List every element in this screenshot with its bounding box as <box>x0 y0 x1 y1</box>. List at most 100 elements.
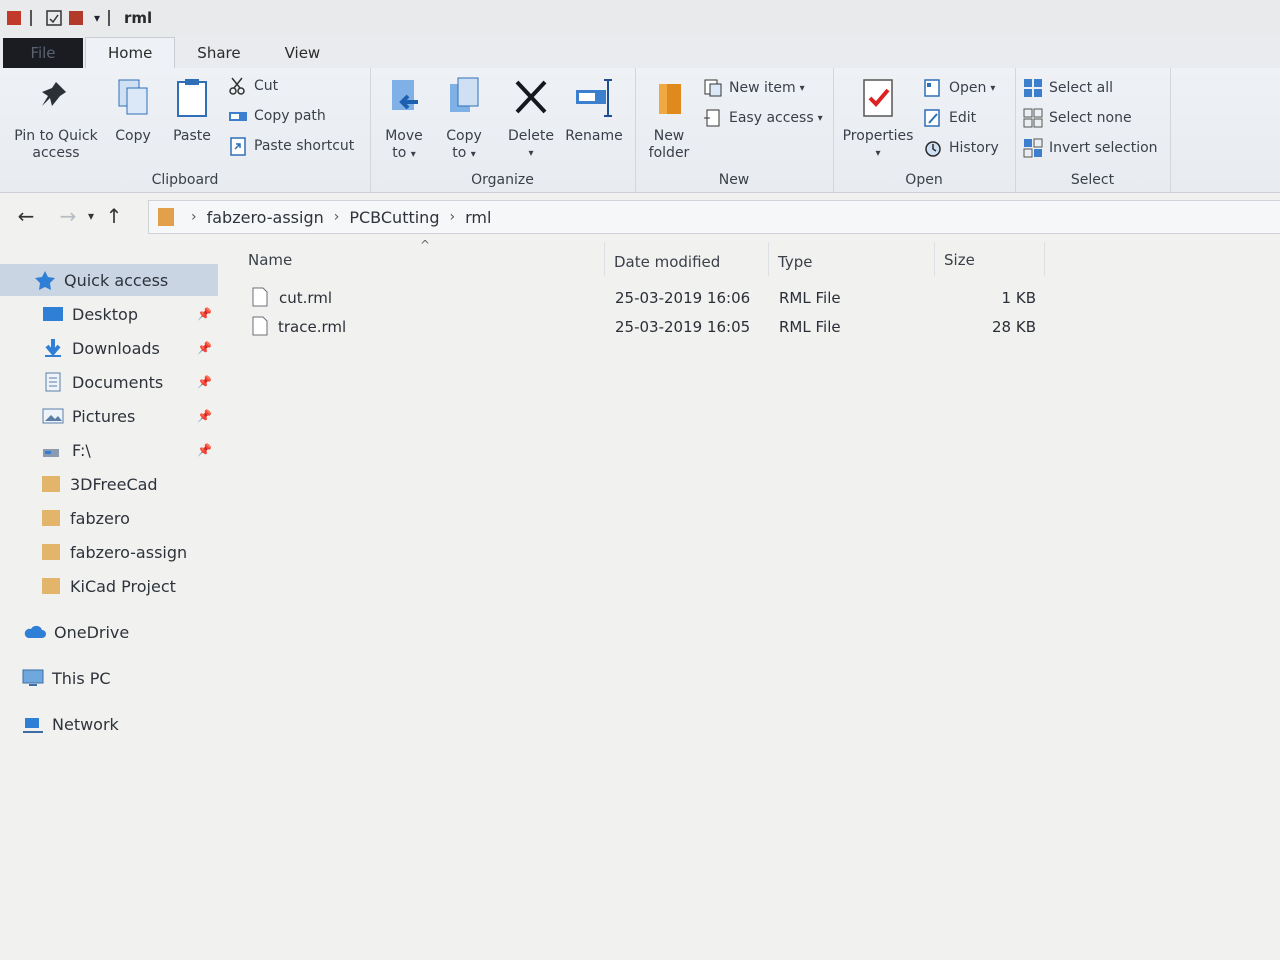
edit-button[interactable]: Edit <box>923 108 976 128</box>
nav-desktop-label: Desktop <box>72 304 138 324</box>
easy-access-button[interactable]: Easy access ▾ <box>703 108 823 128</box>
easy-access-icon <box>704 109 720 127</box>
folder-icon <box>42 544 60 560</box>
breadcrumb-chevron-icon: › <box>449 209 456 225</box>
copy-to-icon <box>450 77 479 112</box>
customize-toolbar-icon[interactable]: ▾ <box>94 11 100 25</box>
breadcrumb-fabzero-assign[interactable]: fabzero-assign <box>207 208 324 227</box>
nav-item-3dfreecad[interactable]: 3DFreeCad <box>0 468 218 500</box>
rename-label: Rename <box>565 128 623 144</box>
select-none-button[interactable]: Select none <box>1023 108 1132 128</box>
delete-x-icon <box>515 80 547 114</box>
delete-button[interactable]: Delete ▾ <box>506 76 556 162</box>
nav-onedrive[interactable]: OneDrive <box>0 616 218 648</box>
column-divider[interactable] <box>604 242 605 276</box>
pin-icon[interactable]: 📌 <box>197 409 212 423</box>
copy-button[interactable]: Copy <box>110 76 156 145</box>
column-divider[interactable] <box>768 242 769 276</box>
file-type: RML File <box>779 289 841 307</box>
breadcrumb-rml[interactable]: rml <box>465 208 491 227</box>
pin-icon[interactable]: 📌 <box>197 341 212 355</box>
pin-label-2: access <box>32 145 80 161</box>
pin-to-quick-access-button[interactable]: Pin to Quick access <box>10 76 102 162</box>
recent-locations-chevron-icon[interactable]: ▾ <box>82 202 100 230</box>
paste-label: Paste <box>173 128 211 144</box>
select-all-button[interactable]: Select all <box>1023 78 1113 98</box>
nav-quick-access-label: Quick access <box>64 270 169 290</box>
breadcrumb[interactable]: › fabzero-assign › PCBCutting › rml <box>148 200 1280 234</box>
nav-downloads-label: Downloads <box>72 338 160 358</box>
properties-icon <box>863 79 893 117</box>
column-header-date-modified[interactable]: Date modified <box>614 250 764 274</box>
move-to-label-2: to <box>392 145 407 161</box>
pin-icon[interactable]: 📌 <box>197 375 212 389</box>
history-button[interactable]: History <box>923 138 999 158</box>
title-bar: ▾ rml <box>0 0 1280 37</box>
copy-path-button[interactable]: Copy path <box>228 106 326 126</box>
table-row[interactable]: trace.rml 25-03-2019 16:05 RML File 28 K… <box>232 313 1052 341</box>
tab-view[interactable]: View <box>263 38 343 68</box>
invert-selection-button[interactable]: Invert selection <box>1023 138 1158 158</box>
new-folder-button[interactable]: New folder <box>643 76 695 162</box>
navigation-pane: Quick access Desktop 📌 Downloads 📌 Docum… <box>0 242 230 960</box>
new-item-button[interactable]: New item ▾ <box>703 78 805 98</box>
nav-item-documents[interactable]: Documents 📌 <box>0 366 218 398</box>
new-folder-quick-icon[interactable] <box>68 9 84 27</box>
nav-this-pc[interactable]: This PC <box>0 662 218 694</box>
paste-shortcut-button[interactable]: Paste shortcut <box>228 136 354 156</box>
pin-icon[interactable]: 📌 <box>197 307 212 321</box>
move-to-label-1: Move <box>385 128 423 144</box>
breadcrumb-chevron-icon: › <box>191 209 197 225</box>
folder-icon <box>42 510 60 526</box>
column-divider[interactable] <box>934 242 935 276</box>
easy-access-dropdown-icon: ▾ <box>817 112 823 124</box>
nav-network[interactable]: Network <box>0 708 218 740</box>
new-folder-label-1: New <box>653 128 685 144</box>
file-type: RML File <box>779 318 841 336</box>
delete-dropdown-icon: ▾ <box>528 148 534 159</box>
file-name: trace.rml <box>278 318 347 336</box>
file-size: 28 KB <box>992 318 1036 336</box>
back-arrow-icon[interactable]: ← <box>12 202 40 230</box>
tab-file[interactable]: File <box>3 38 83 68</box>
nav-quick-access[interactable]: Quick access <box>0 264 218 296</box>
computer-icon <box>22 669 44 686</box>
column-header-size[interactable]: Size <box>944 248 1040 272</box>
rename-button[interactable]: Rename <box>564 76 624 145</box>
open-label: Open <box>949 80 987 96</box>
nav-item-desktop[interactable]: Desktop 📌 <box>0 298 218 330</box>
column-header-name[interactable]: Name <box>248 248 598 272</box>
nav-item-drive-f[interactable]: F:\ 📌 <box>0 434 218 466</box>
file-list: ^ Name Date modified Type Size cut.rml 2… <box>232 236 1280 960</box>
address-bar: ← → ▾ ↑ › fabzero-assign › PCBCutting › … <box>0 196 1280 236</box>
forward-arrow-icon[interactable]: → <box>54 202 82 230</box>
new-item-icon <box>704 79 722 97</box>
properties-quick-icon[interactable] <box>46 9 62 27</box>
open-dropdown-icon: ▾ <box>990 82 996 94</box>
pin-icon[interactable]: 📌 <box>197 443 212 457</box>
group-clipboard: Pin to Quick access Copy Paste Cut Copy … <box>0 68 371 192</box>
breadcrumb-chevron-icon: › <box>333 209 340 225</box>
move-to-button[interactable]: Move to ▾ <box>380 76 428 163</box>
nav-item-pictures[interactable]: Pictures 📌 <box>0 400 218 432</box>
invert-selection-label: Invert selection <box>1049 140 1158 156</box>
paste-button[interactable]: Paste <box>168 76 216 145</box>
breadcrumb-pcbcutting[interactable]: PCBCutting <box>349 208 439 227</box>
select-all-icon <box>1024 79 1042 97</box>
up-arrow-icon[interactable]: ↑ <box>100 202 128 230</box>
nav-item-kicad-project[interactable]: KiCad Project <box>0 570 218 602</box>
nav-item-fabzero[interactable]: fabzero <box>0 502 218 534</box>
nav-item-downloads[interactable]: Downloads 📌 <box>0 332 218 364</box>
copy-to-label-1: Copy <box>446 128 482 144</box>
table-row[interactable]: cut.rml 25-03-2019 16:06 RML File 1 KB <box>232 284 1052 312</box>
copy-to-button[interactable]: Copy to ▾ <box>440 76 488 163</box>
group-organize: Move to ▾ Copy to ▾ Delete ▾ Rename Orga… <box>370 68 636 192</box>
tab-home[interactable]: Home <box>85 37 176 68</box>
tab-share[interactable]: Share <box>175 38 262 68</box>
cut-button[interactable]: Cut <box>228 76 278 96</box>
nav-item-fabzero-assign[interactable]: fabzero-assign <box>0 536 218 568</box>
column-header-type[interactable]: Type <box>778 250 928 274</box>
properties-button[interactable]: Properties ▾ <box>841 76 915 162</box>
column-divider[interactable] <box>1044 242 1045 276</box>
open-button[interactable]: Open ▾ <box>923 78 995 98</box>
